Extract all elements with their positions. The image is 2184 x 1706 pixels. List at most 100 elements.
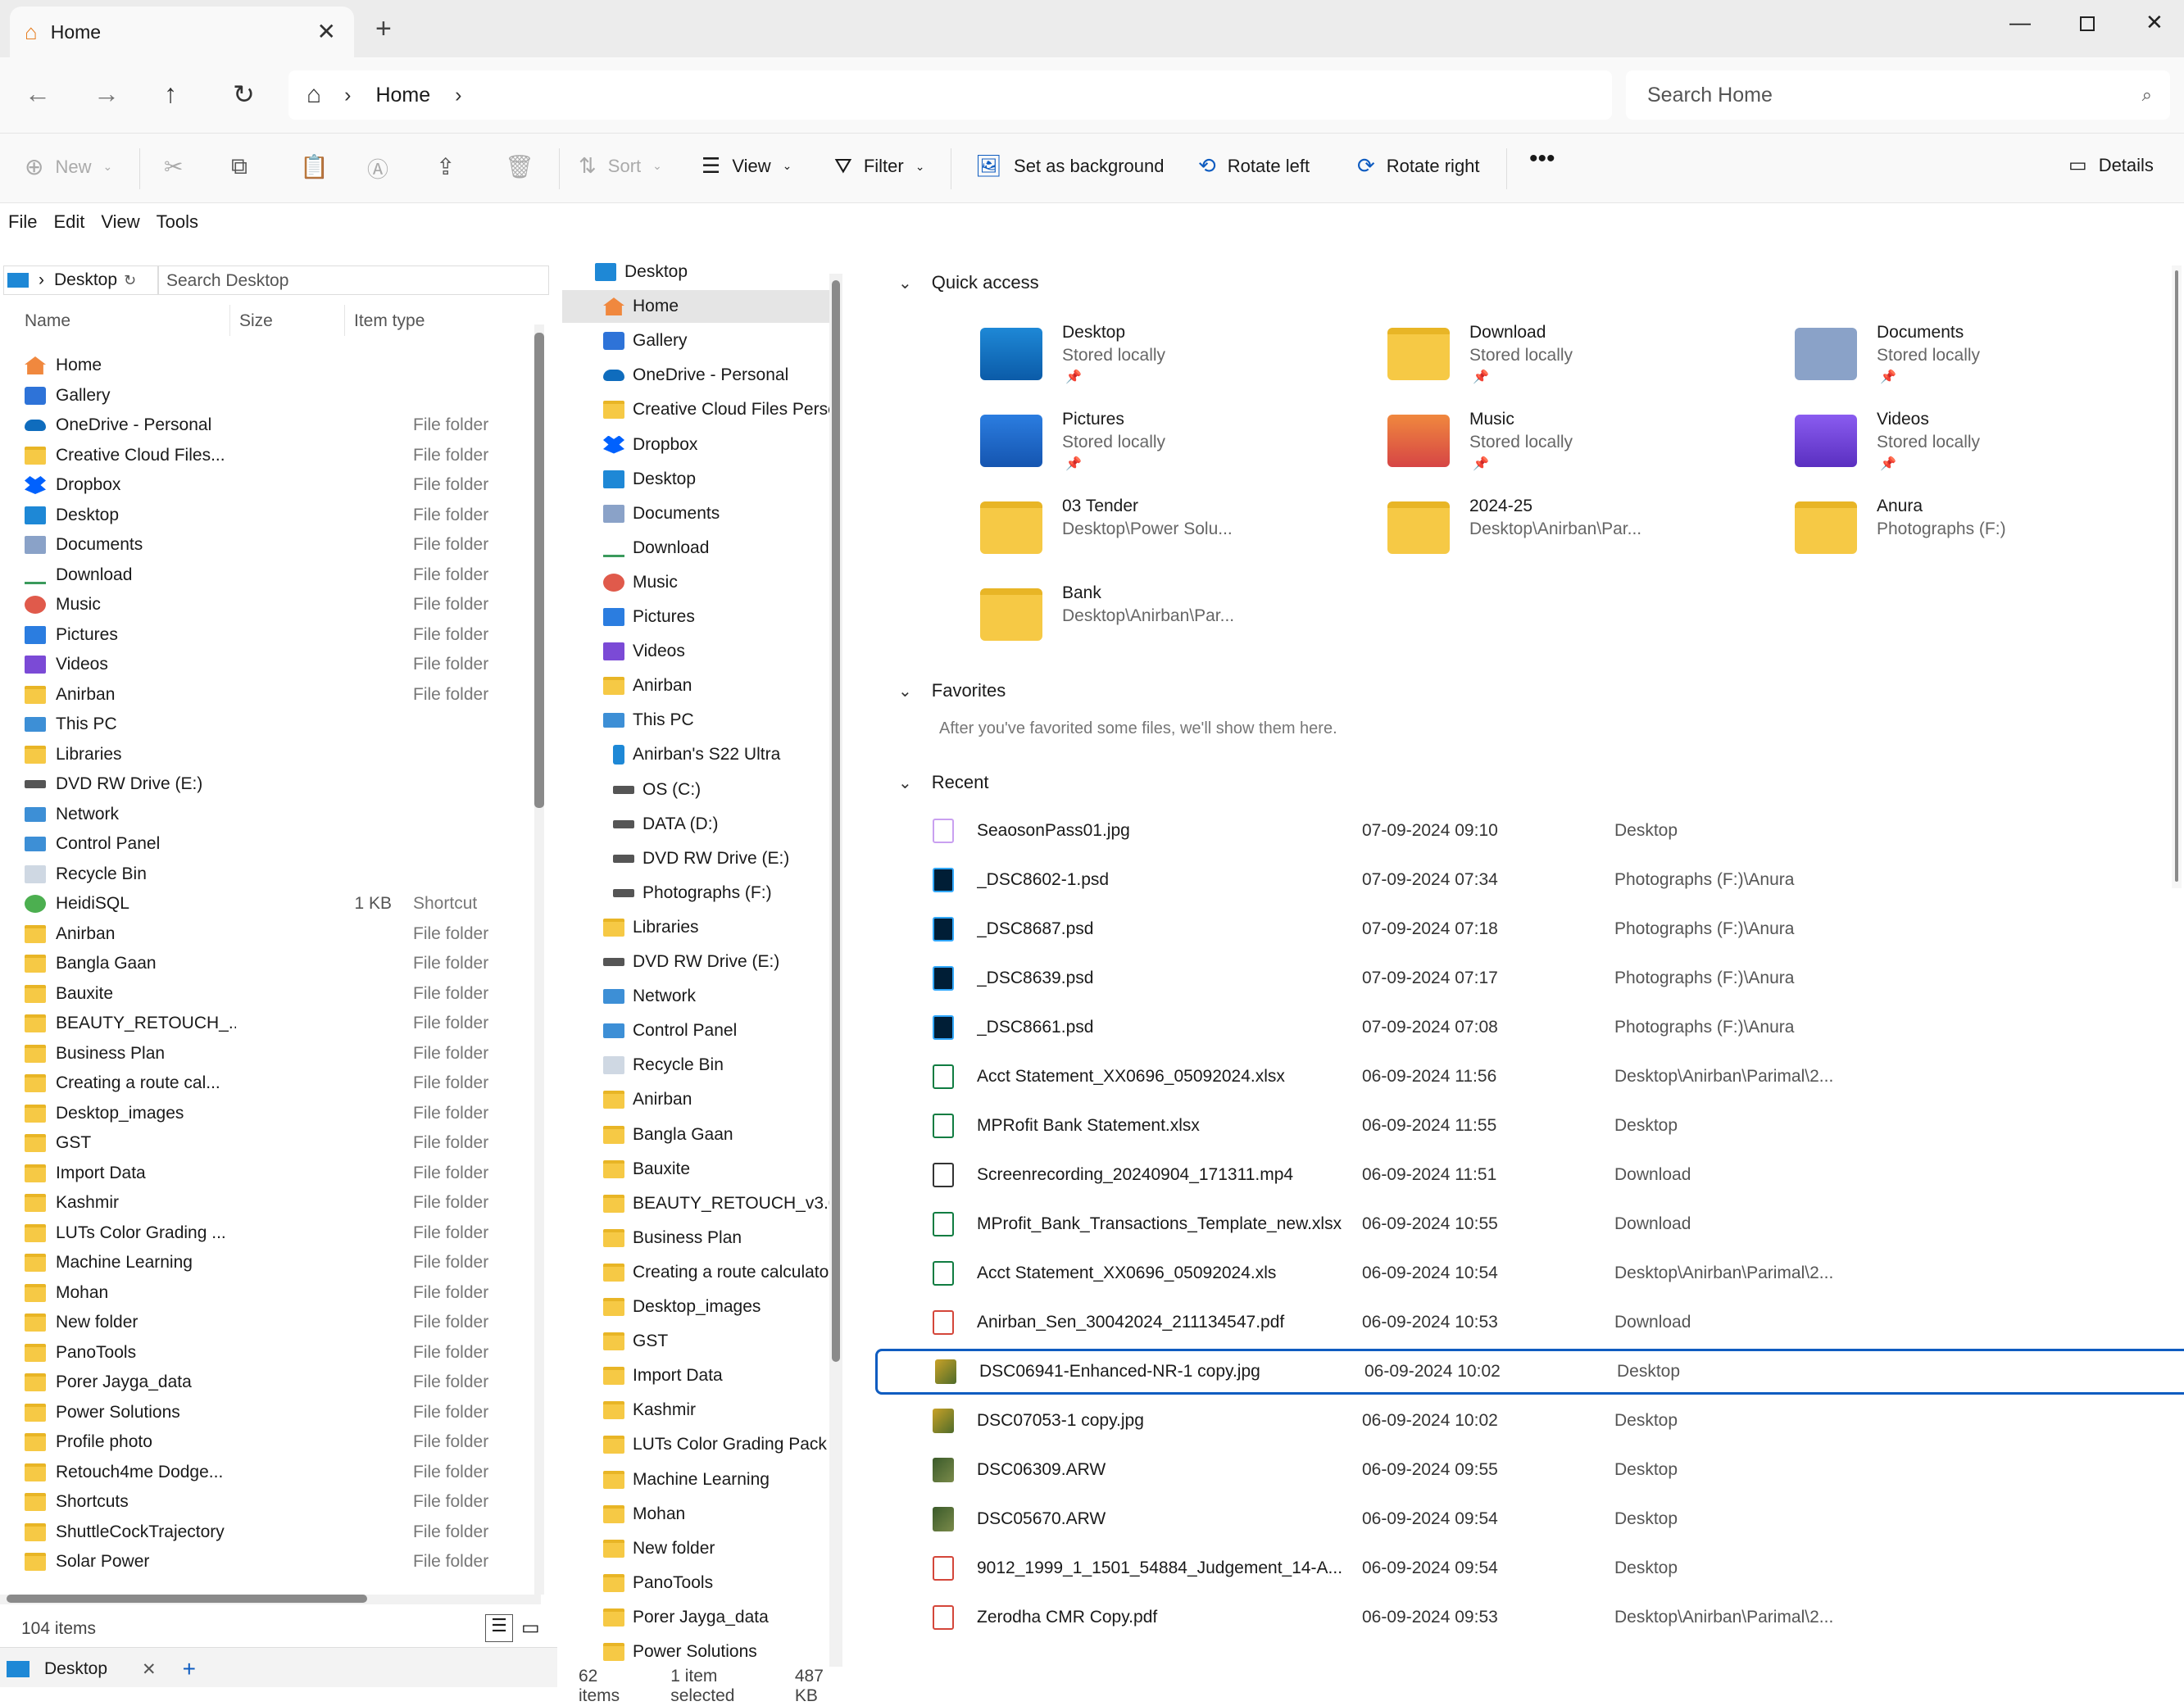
recent-row[interactable]: DSC06941-Enhanced-NR-1 copy.jpg 06-09-202… bbox=[875, 1349, 2184, 1395]
close-tab-icon[interactable]: ✕ bbox=[317, 18, 336, 45]
nav-item[interactable]: GST bbox=[603, 1325, 829, 1358]
file-row[interactable]: Music File folder bbox=[25, 590, 533, 619]
file-row[interactable]: Desktop_images File folder bbox=[25, 1099, 533, 1128]
nav-item[interactable]: PanoTools bbox=[603, 1567, 829, 1599]
quick-access-item[interactable]: Bank Desktop\Anirban\Par... bbox=[980, 580, 1365, 662]
breadcrumb-desktop[interactable]: Desktop bbox=[54, 270, 117, 290]
recent-row[interactable]: Acct Statement_XX0696_05092024.xls 06-09-… bbox=[875, 1250, 2184, 1296]
share-icon[interactable]: ⇪ bbox=[436, 153, 455, 180]
delete-icon[interactable]: 🗑 bbox=[505, 153, 534, 180]
tab-home[interactable]: ⌂ Home ✕ bbox=[10, 7, 354, 57]
file-row[interactable]: Import Data File folder bbox=[25, 1159, 533, 1188]
view-button[interactable]: ☰ View ⌄ bbox=[702, 153, 792, 179]
nav-item[interactable]: This PC bbox=[603, 704, 829, 737]
nav-item[interactable]: Porer Jayga_data bbox=[603, 1601, 829, 1634]
file-row[interactable]: Anirban File folder bbox=[25, 919, 533, 949]
recent-row[interactable]: SeaosonPass01.jpg 07-09-2024 09:10 Desktop bbox=[875, 808, 2184, 854]
menu-edit[interactable]: Edit bbox=[53, 211, 84, 244]
set-as-background-button[interactable]: 🖼 Set as background bbox=[975, 153, 1164, 179]
recent-row[interactable]: DSC06309.ARW 06-09-2024 09:55 Desktop bbox=[875, 1447, 2184, 1493]
nav-item[interactable]: Download bbox=[603, 532, 829, 565]
nav-item[interactable]: Business Plan bbox=[603, 1222, 829, 1255]
file-row[interactable]: Solar Power File folder bbox=[25, 1547, 533, 1577]
search-desktop-input[interactable]: Search Desktop bbox=[157, 265, 549, 295]
nav-item[interactable]: Bauxite bbox=[603, 1153, 829, 1186]
file-row[interactable]: HeidiSQL 1 KB Shortcut bbox=[25, 889, 533, 919]
nav-item[interactable]: Photographs (F:) bbox=[613, 877, 829, 910]
recent-row[interactable]: _DSC8661.psd 07-09-2024 07:08 Photographs … bbox=[875, 1005, 2184, 1050]
home-icon[interactable]: ⌂ bbox=[306, 81, 321, 109]
details-view-icon[interactable]: ☰ bbox=[485, 1614, 513, 1642]
scrollbar-thumb[interactable] bbox=[534, 333, 544, 808]
recent-row[interactable]: MPRofit Bank Statement.xlsx 06-09-2024 11… bbox=[875, 1103, 2184, 1149]
file-row[interactable]: Profile photo File folder bbox=[25, 1427, 533, 1457]
file-row[interactable]: PanoTools File folder bbox=[25, 1338, 533, 1368]
tiles-view-icon[interactable]: ▭ bbox=[521, 1616, 540, 1640]
nav-item[interactable]: Desktop bbox=[595, 256, 829, 288]
file-row[interactable]: Mohan File folder bbox=[25, 1278, 533, 1308]
file-row[interactable]: This PC bbox=[25, 710, 533, 739]
nav-item[interactable]: BEAUTY_RETOUCH_v3.0 bbox=[603, 1187, 829, 1220]
file-row[interactable]: ShuttleCockTrajectory File folder bbox=[25, 1518, 533, 1547]
quick-access-item[interactable]: Anura Photographs (F:) bbox=[1795, 493, 2180, 575]
nav-item[interactable]: LUTs Color Grading Pack bbox=[603, 1428, 829, 1461]
file-row[interactable]: Download File folder bbox=[25, 560, 533, 590]
recent-row[interactable]: DSC07053-1 copy.jpg 06-09-2024 10:02 Deskt… bbox=[875, 1398, 2184, 1444]
file-row[interactable]: Business Plan File folder bbox=[25, 1039, 533, 1069]
recent-row[interactable]: _DSC8639.psd 07-09-2024 07:17 Photographs … bbox=[875, 955, 2184, 1001]
menu-tools[interactable]: Tools bbox=[157, 211, 198, 244]
nav-item[interactable]: Anirban bbox=[603, 1083, 829, 1116]
file-row[interactable]: DVD RW Drive (E:) bbox=[25, 769, 533, 799]
file-row[interactable]: Gallery bbox=[25, 381, 533, 411]
rotate-left-button[interactable]: ⟲ Rotate left bbox=[1198, 153, 1310, 179]
recent-row[interactable]: Screenrecording_20240904_171311.mp4 06-09… bbox=[875, 1152, 2184, 1198]
recent-row[interactable]: DSC05670.ARW 06-09-2024 09:54 Desktop bbox=[875, 1496, 2184, 1542]
file-row[interactable]: New folder File folder bbox=[25, 1308, 533, 1337]
file-row[interactable]: Documents File folder bbox=[25, 530, 533, 560]
nav-item[interactable]: Documents bbox=[603, 497, 829, 530]
quick-access-item[interactable]: 2024-25 Desktop\Anirban\Par... bbox=[1387, 493, 1773, 575]
nav-item[interactable]: DATA (D:) bbox=[613, 808, 829, 841]
breadcrumb[interactable]: › Desktop ↻ bbox=[3, 265, 159, 295]
close-window-button[interactable]: ✕ bbox=[2145, 10, 2164, 35]
scrollbar-thumb[interactable] bbox=[2175, 270, 2178, 882]
nav-item[interactable]: Recycle Bin bbox=[603, 1049, 829, 1082]
nav-item[interactable]: Pictures bbox=[603, 601, 829, 633]
file-row[interactable]: Kashmir File folder bbox=[25, 1188, 533, 1218]
address-bar[interactable]: ⌂ › Home › bbox=[288, 70, 1612, 120]
nav-item[interactable]: Import Data bbox=[603, 1359, 829, 1392]
nav-item[interactable]: Creative Cloud Files Perso bbox=[603, 393, 829, 426]
file-row[interactable]: GST File folder bbox=[25, 1128, 533, 1158]
nav-item[interactable]: Control Panel bbox=[603, 1014, 829, 1047]
file-row[interactable]: Home bbox=[25, 351, 533, 380]
quick-access-item[interactable]: 03 Tender Desktop\Power Solu... bbox=[980, 493, 1365, 575]
refresh-icon[interactable]: ↻ bbox=[124, 272, 136, 289]
file-row[interactable]: Machine Learning File folder bbox=[25, 1248, 533, 1277]
paste-icon[interactable]: 📋 bbox=[300, 153, 329, 180]
vertical-scrollbar[interactable] bbox=[829, 274, 842, 1667]
close-icon[interactable]: ✕ bbox=[142, 1659, 157, 1680]
file-row[interactable]: Pictures File folder bbox=[25, 620, 533, 650]
quick-access-header[interactable]: ⌄ Quick access bbox=[898, 272, 1039, 293]
nav-item[interactable]: Kashmir bbox=[603, 1394, 829, 1427]
new-button[interactable]: ⊕ New ⌄ bbox=[25, 153, 112, 180]
file-row[interactable]: Control Panel bbox=[25, 829, 533, 859]
file-row[interactable]: LUTs Color Grading ... File folder bbox=[25, 1218, 533, 1248]
menu-file[interactable]: File bbox=[8, 211, 37, 244]
nav-item[interactable]: Creating a route calculato bbox=[603, 1256, 829, 1289]
file-row[interactable]: Videos File folder bbox=[25, 650, 533, 679]
copy-icon[interactable]: ⧉ bbox=[231, 153, 247, 180]
rotate-right-button[interactable]: ⟳ Rotate right bbox=[1357, 153, 1480, 179]
nav-item[interactable]: DVD RW Drive (E:) bbox=[613, 842, 829, 875]
recent-row[interactable]: MProfit_Bank_Transactions_Template_new.x… bbox=[875, 1201, 2184, 1247]
quick-access-item[interactable]: Desktop Stored locally 📌 bbox=[980, 320, 1365, 402]
refresh-icon[interactable]: ↻ bbox=[233, 79, 255, 110]
quick-access-item[interactable]: Pictures Stored locally 📌 bbox=[980, 406, 1365, 488]
col-size[interactable]: Size bbox=[239, 311, 273, 331]
more-options-icon[interactable]: ••• bbox=[1529, 145, 1555, 173]
file-row[interactable]: Power Solutions File folder bbox=[25, 1398, 533, 1427]
nav-item[interactable]: Anirban's S22 Ultra bbox=[613, 738, 829, 771]
file-row[interactable]: Creating a route cal... File folder bbox=[25, 1069, 533, 1098]
recent-row[interactable]: Zerodha CMR Copy.pdf 06-09-2024 09:53 Desk… bbox=[875, 1595, 2184, 1640]
col-type[interactable]: Item type bbox=[354, 311, 425, 331]
